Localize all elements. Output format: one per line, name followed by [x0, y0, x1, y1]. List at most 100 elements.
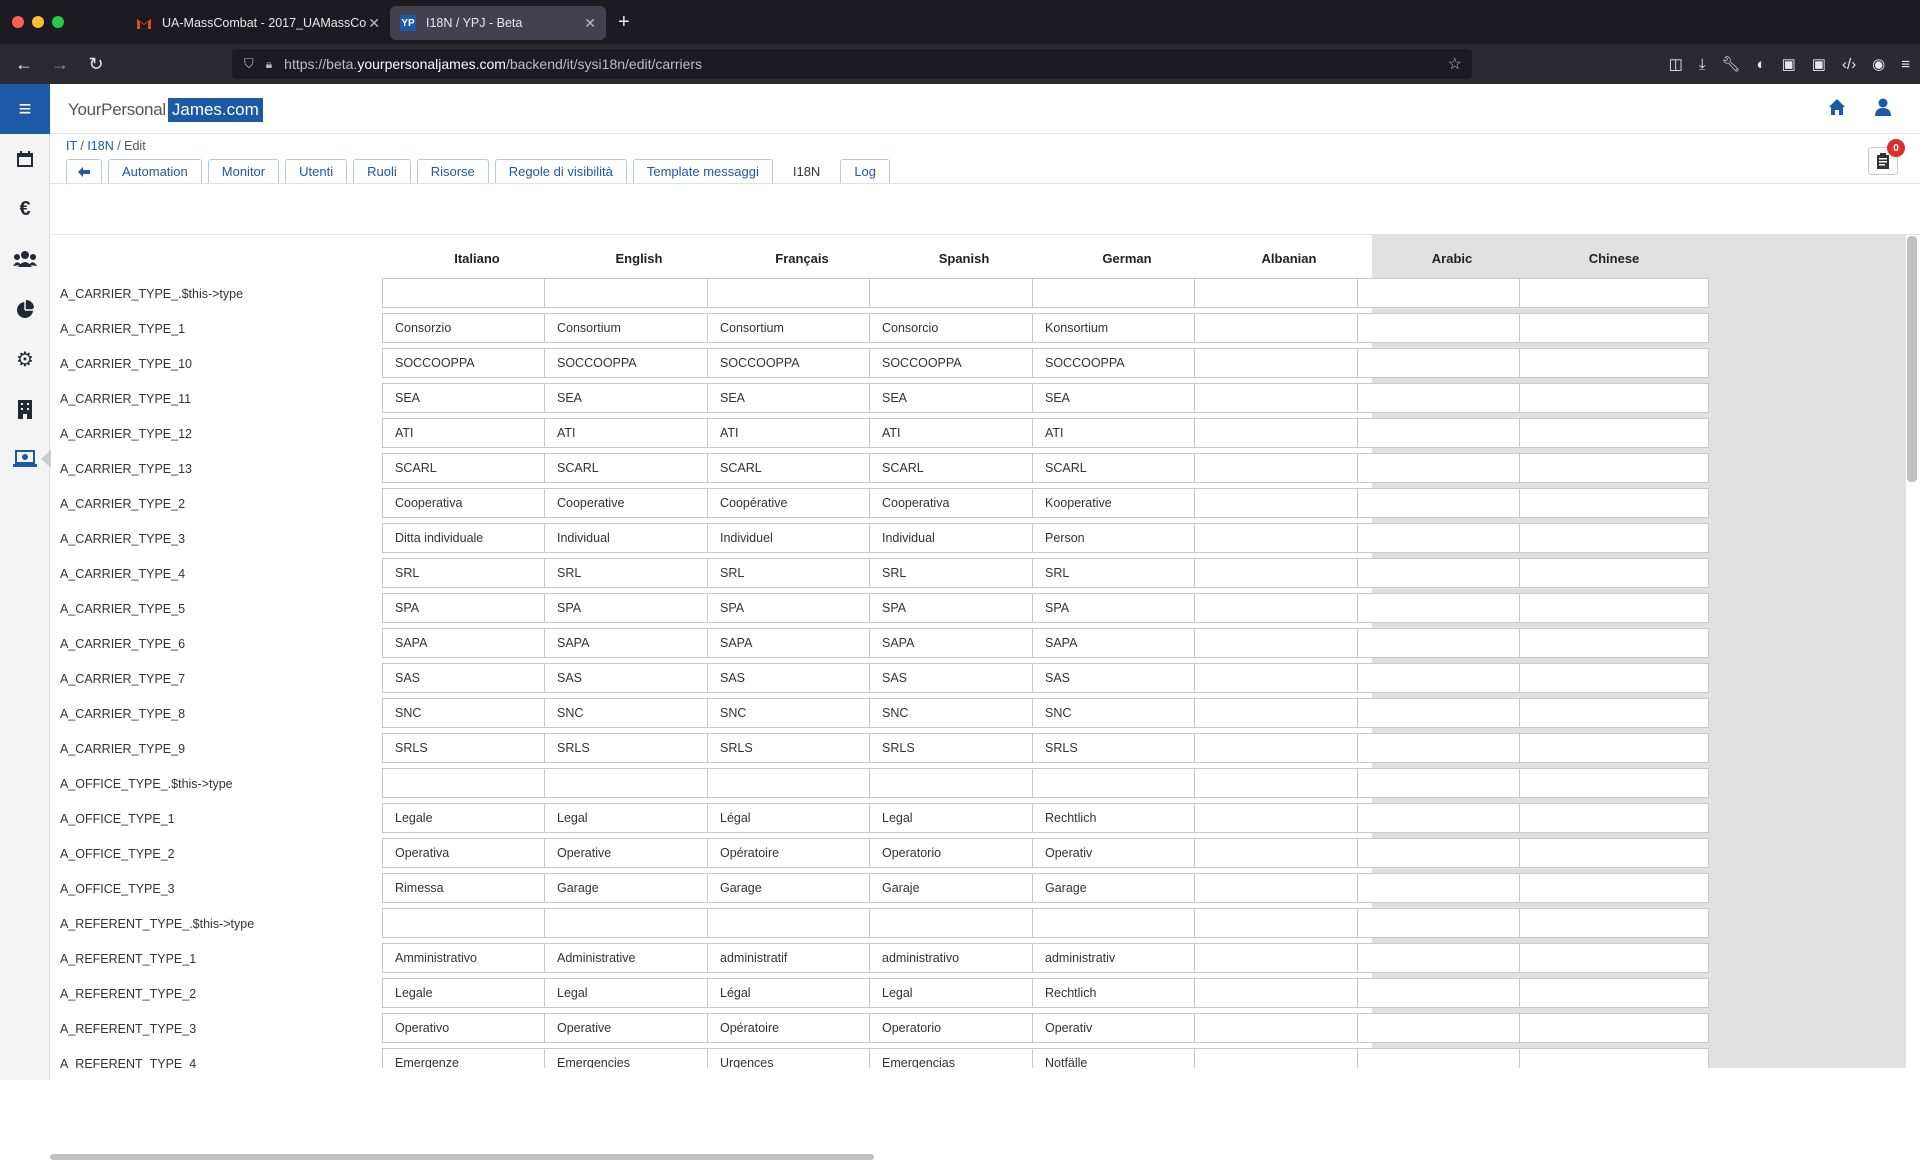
close-tab-icon[interactable]: ✕	[584, 15, 596, 32]
translation-input[interactable]: Operatorio	[869, 1013, 1059, 1043]
translation-input[interactable]	[1194, 1048, 1384, 1068]
translation-input[interactable]	[1194, 908, 1384, 938]
euro-icon[interactable]: €	[0, 184, 50, 234]
menu-toggle-icon[interactable]: ≡	[0, 84, 50, 134]
close-tab-icon[interactable]: ✕	[368, 15, 380, 32]
translation-input[interactable]: Legal	[544, 978, 734, 1008]
translation-input[interactable]	[1194, 348, 1384, 378]
translation-input[interactable]: SRL	[544, 558, 734, 588]
translation-input[interactable]	[1519, 978, 1709, 1008]
translation-input[interactable]: SNC	[869, 698, 1059, 728]
vertical-scrollbar-thumb[interactable]	[1907, 236, 1917, 482]
translation-input[interactable]	[869, 768, 1059, 798]
translation-input[interactable]	[1194, 943, 1384, 973]
browser-tab-i18n[interactable]: YP I18N / YPJ - Beta ✕	[390, 6, 606, 40]
translation-input[interactable]	[1519, 348, 1709, 378]
translation-input[interactable]: ATI	[544, 418, 734, 448]
tab-monitor[interactable]: Monitor	[207, 159, 280, 184]
translation-input[interactable]: Emergencies	[544, 1048, 734, 1068]
extension-icon[interactable]: ◐	[1757, 56, 1766, 73]
translation-input[interactable]: SCARL	[869, 453, 1059, 483]
translation-input[interactable]: Cooperative	[544, 488, 734, 518]
translation-input[interactable]	[1194, 558, 1384, 588]
translation-input[interactable]	[1519, 453, 1709, 483]
clipboard-icon[interactable]: 0	[1868, 139, 1905, 175]
translation-input[interactable]	[1194, 383, 1384, 413]
translation-input[interactable]: ATI	[869, 418, 1059, 448]
translation-input[interactable]	[1519, 1013, 1709, 1043]
translation-input[interactable]: SNC	[544, 698, 734, 728]
translation-input[interactable]	[1519, 733, 1709, 763]
translation-input[interactable]: Administrative	[544, 943, 734, 973]
users-icon[interactable]	[0, 234, 50, 284]
forward-arrow-icon[interactable]: →	[42, 54, 78, 75]
translation-input[interactable]	[544, 908, 734, 938]
tab-automation[interactable]: Automation	[108, 159, 202, 184]
translation-input[interactable]: Emergencias	[869, 1048, 1059, 1068]
translation-input[interactable]: Legal	[544, 803, 734, 833]
translation-input[interactable]	[1519, 558, 1709, 588]
translation-input[interactable]: SCARL	[544, 453, 734, 483]
translation-input[interactable]	[1519, 418, 1709, 448]
tab-log[interactable]: Log	[840, 159, 891, 184]
translation-input[interactable]	[1519, 523, 1709, 553]
tab-template-messaggi[interactable]: Template messaggi	[632, 159, 773, 184]
tab-ruoli[interactable]: Ruoli	[353, 159, 411, 184]
translation-input[interactable]	[1194, 663, 1384, 693]
translation-input[interactable]	[1519, 908, 1709, 938]
translation-input[interactable]	[1519, 278, 1709, 308]
translation-input[interactable]	[1519, 803, 1709, 833]
translation-input[interactable]	[1519, 313, 1709, 343]
breadcrumb-it[interactable]: IT	[66, 139, 77, 153]
translation-input[interactable]: Cooperativa	[869, 488, 1059, 518]
translation-input[interactable]	[1194, 803, 1384, 833]
hamburger-menu-icon[interactable]: ≡	[1901, 56, 1910, 73]
user-icon[interactable]	[1874, 98, 1892, 122]
translation-input[interactable]: Legal	[869, 803, 1059, 833]
tab-regole-visibilita[interactable]: Regole di visibilità	[494, 159, 627, 184]
translation-input[interactable]	[1519, 383, 1709, 413]
browser-tab-gmail[interactable]: UA-MassCombat - 2017_UAMassCo ✕	[126, 6, 390, 40]
translation-input[interactable]: Garage	[544, 873, 734, 903]
reload-icon[interactable]: ↻	[78, 54, 114, 75]
breadcrumb-i18n[interactable]: I18N	[87, 139, 113, 153]
translation-input[interactable]	[1194, 698, 1384, 728]
profile-icon[interactable]: ◉	[1872, 55, 1885, 73]
pocket-icon[interactable]: ◫	[1669, 55, 1683, 73]
translation-input[interactable]	[1519, 1048, 1709, 1068]
translation-input[interactable]: SRL	[869, 558, 1059, 588]
horizontal-scrollbar-thumb[interactable]	[50, 1154, 874, 1160]
extension-ok-icon[interactable]: ▣	[1782, 55, 1796, 73]
translation-input[interactable]	[869, 908, 1059, 938]
translation-input[interactable]: SRLS	[544, 733, 734, 763]
translation-input[interactable]: SRLS	[869, 733, 1059, 763]
translation-input[interactable]	[1519, 488, 1709, 518]
tab-utenti[interactable]: Utenti	[285, 159, 348, 184]
translation-input[interactable]	[1194, 768, 1384, 798]
tab-risorse[interactable]: Risorse	[416, 159, 489, 184]
translation-input[interactable]: Legal	[869, 978, 1059, 1008]
translation-input[interactable]: SPA	[544, 593, 734, 623]
url-bar[interactable]: ⛉ 🔒︎ https://beta.yourpersonaljames.com/…	[232, 49, 1472, 79]
translation-input[interactable]: Individual	[544, 523, 734, 553]
home-icon[interactable]	[1828, 98, 1846, 122]
translation-input[interactable]	[1194, 1013, 1384, 1043]
translation-input[interactable]	[1194, 278, 1384, 308]
gears-icon[interactable]: ⚙	[0, 334, 50, 384]
translation-input[interactable]: Consorcio	[869, 313, 1059, 343]
translation-input[interactable]	[1519, 663, 1709, 693]
translation-input[interactable]	[1194, 593, 1384, 623]
back-tab-button[interactable]	[66, 159, 102, 184]
translation-input[interactable]	[869, 278, 1059, 308]
translation-input[interactable]	[1194, 313, 1384, 343]
translation-input[interactable]	[1519, 698, 1709, 728]
translation-input[interactable]	[1194, 418, 1384, 448]
translation-input[interactable]	[1194, 733, 1384, 763]
translation-input[interactable]: SEA	[869, 383, 1059, 413]
translation-input[interactable]: SAS	[869, 663, 1059, 693]
translation-input[interactable]	[1194, 873, 1384, 903]
close-window-button[interactable]	[12, 16, 24, 28]
translation-input[interactable]: SAPA	[869, 628, 1059, 658]
translation-input[interactable]	[1194, 488, 1384, 518]
translation-input[interactable]: SAS	[544, 663, 734, 693]
